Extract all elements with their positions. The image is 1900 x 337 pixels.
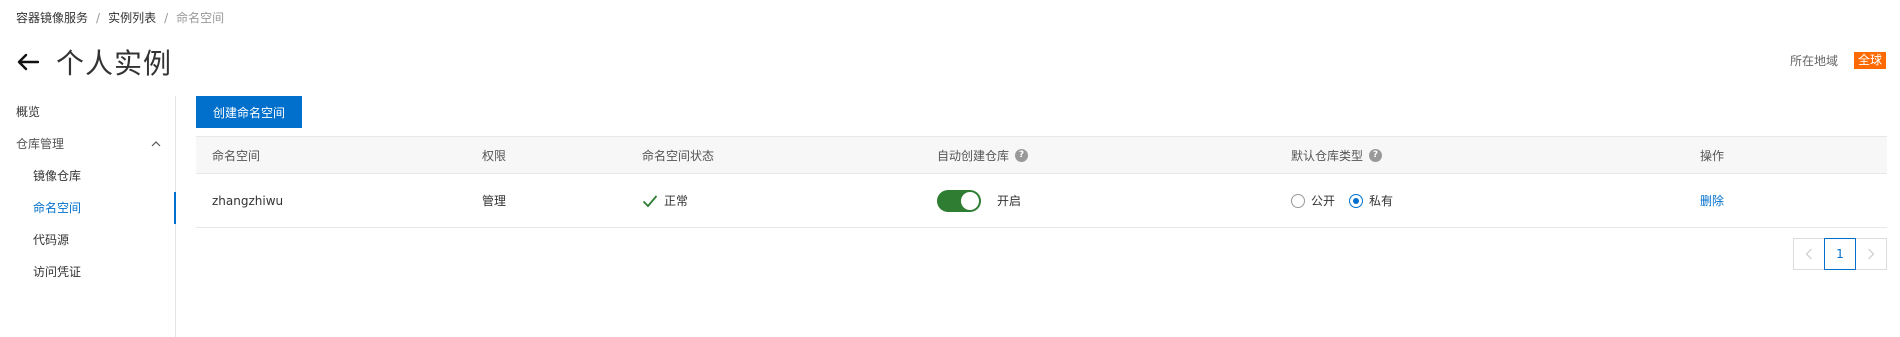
breadcrumb-container-registry[interactable]: 容器镜像服务 <box>16 9 88 26</box>
sidebar-item-image-repo[interactable]: 镜像仓库 <box>0 160 175 192</box>
prev-page-button[interactable] <box>1793 238 1825 270</box>
repo-type-cell: 公开 私有 <box>1291 192 1407 209</box>
column-header-namespace: 命名空间 <box>212 148 261 163</box>
permission-value: 管理 <box>482 194 507 208</box>
table-header: 命名空间 权限 命名空间状态 自动创建仓库 ? 默认仓库类型 ? 操作 <box>196 136 1887 174</box>
sidebar-group-label: 仓库管理 <box>16 137 65 151</box>
page-number-button[interactable]: 1 <box>1824 238 1856 270</box>
region-selector: 所在地域 全球 <box>1790 52 1886 69</box>
status-text: 正常 <box>664 194 689 208</box>
sidebar-item-overview[interactable]: 概览 <box>0 96 175 128</box>
radio-private-circle[interactable] <box>1349 193 1364 208</box>
toggle-knob <box>961 191 979 210</box>
sidebar-item-access-credential[interactable]: 访问凭证 <box>0 256 175 288</box>
column-header-permission: 权限 <box>482 148 507 163</box>
column-header-repo-type: 默认仓库类型 ? <box>1291 147 1383 164</box>
region-badge[interactable]: 全球 <box>1853 52 1886 69</box>
auto-create-toggle[interactable] <box>937 189 981 212</box>
next-page-button[interactable] <box>1855 238 1887 270</box>
chevron-up-icon <box>151 141 161 147</box>
radio-public-circle[interactable] <box>1291 193 1305 208</box>
radio-public[interactable]: 公开 <box>1291 192 1335 209</box>
auto-create-cell: 开启 <box>937 189 1022 212</box>
sidebar-item-code-source[interactable]: 代码源 <box>0 224 175 256</box>
chevron-left-icon <box>1805 248 1812 260</box>
table-row: zhangzhiwu 管理 正常 开启 公开 私有 删除 <box>196 174 1887 228</box>
breadcrumb-separator: / <box>96 10 101 25</box>
arrow-left-icon[interactable] <box>14 48 42 76</box>
delete-link[interactable]: 删除 <box>1700 192 1724 209</box>
column-header-actions: 操作 <box>1700 148 1725 163</box>
pagination: 1 <box>1793 238 1887 270</box>
breadcrumb-instance-list[interactable]: 实例列表 <box>108 9 156 26</box>
breadcrumb-separator: / <box>164 10 169 25</box>
help-icon[interactable]: ? <box>1015 148 1029 162</box>
radio-public-label: 公开 <box>1311 194 1336 208</box>
page-header: 个人实例 <box>14 42 172 82</box>
page-title: 个人实例 <box>56 47 173 80</box>
sidebar-item-namespace[interactable]: 命名空间 <box>0 192 176 224</box>
check-icon <box>642 194 658 207</box>
breadcrumb-current: 命名空间 <box>176 11 225 25</box>
region-label: 所在地域 <box>1789 54 1838 68</box>
namespace-table: 命名空间 权限 命名空间状态 自动创建仓库 ? 默认仓库类型 ? 操作 zhan… <box>196 136 1887 228</box>
column-header-auto-create-label: 自动创建仓库 <box>937 148 1010 163</box>
column-header-repo-type-label: 默认仓库类型 <box>1291 148 1364 163</box>
chevron-right-icon <box>1868 248 1875 260</box>
sidebar: 概览 仓库管理 镜像仓库 命名空间 代码源 访问凭证 <box>0 96 176 337</box>
sidebar-group-repo-management[interactable]: 仓库管理 <box>0 128 175 160</box>
column-header-status: 命名空间状态 <box>642 148 715 163</box>
status-cell: 正常 <box>642 192 688 209</box>
create-namespace-button[interactable]: 创建命名空间 <box>196 96 302 128</box>
help-icon[interactable]: ? <box>1369 148 1383 162</box>
namespace-name: zhangzhiwu <box>212 193 284 208</box>
breadcrumb: 容器镜像服务 / 实例列表 / 命名空间 <box>16 9 224 26</box>
auto-create-label: 开启 <box>997 194 1022 208</box>
radio-private[interactable]: 私有 <box>1349 192 1393 209</box>
column-header-auto-create: 自动创建仓库 ? <box>937 147 1029 164</box>
radio-private-label: 私有 <box>1369 194 1394 208</box>
